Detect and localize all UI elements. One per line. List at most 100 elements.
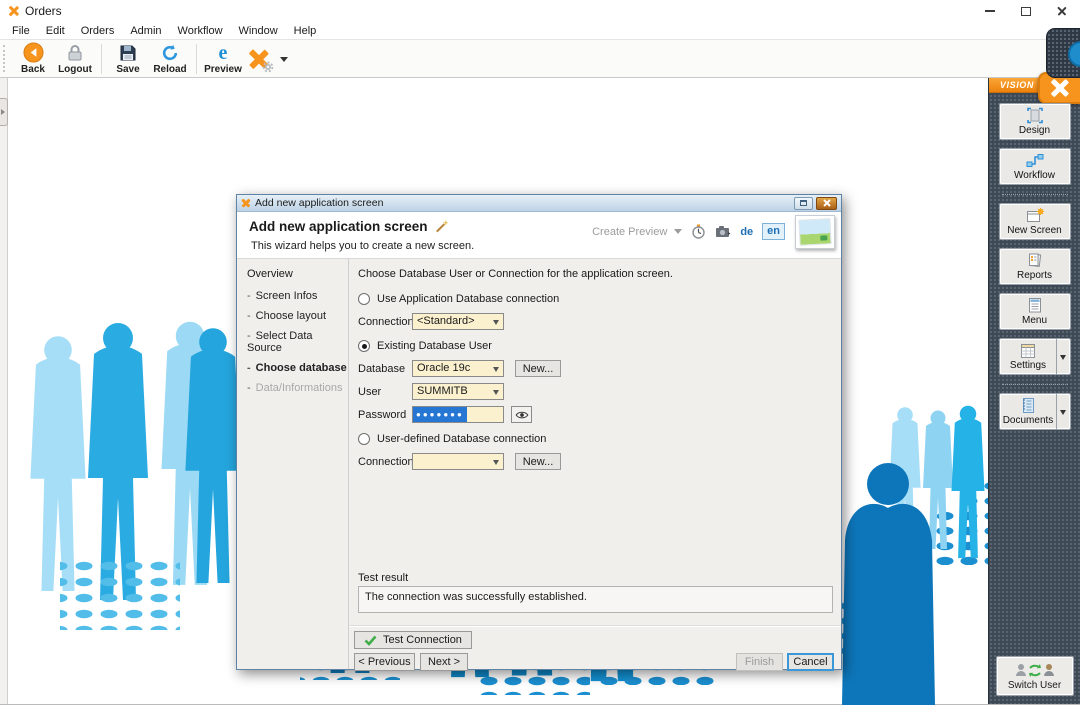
nav-step-choose-database[interactable]: Choose database — [247, 362, 348, 374]
database-combobox[interactable]: Oracle 19c — [412, 360, 504, 377]
main-workspace: VISION Design Workflow New Screen Report… — [0, 72, 1080, 705]
dialog-titlebar-title: Add new application screen — [255, 197, 384, 209]
settings-dropdown-arrow[interactable] — [1055, 339, 1070, 374]
design-icon — [1026, 107, 1043, 124]
back-icon — [22, 42, 44, 63]
window-title: Orders — [25, 4, 62, 18]
settings-table-icon — [1020, 343, 1035, 358]
toolbar-dropdown-caret[interactable] — [280, 57, 288, 66]
toolbar-separator — [101, 43, 102, 74]
design-button[interactable]: Design — [998, 103, 1071, 140]
connection-label: Connection — [358, 315, 414, 328]
svg-text:e: e — [219, 43, 228, 63]
settings-button[interactable]: Settings — [998, 338, 1071, 375]
dialog-close-button[interactable] — [816, 196, 837, 210]
dialog-title: Add new application screen — [249, 219, 428, 234]
menu-list-icon — [1028, 298, 1041, 313]
switch-user-icon — [1015, 663, 1054, 677]
connection-combobox[interactable]: <Standard> — [412, 313, 504, 330]
radio-app-database-connection[interactable] — [358, 293, 370, 305]
user-label: User — [358, 385, 382, 398]
toolbar-grip[interactable] — [3, 45, 6, 72]
back-button[interactable]: Back — [12, 41, 54, 76]
app-logo-x-icon — [8, 6, 19, 17]
dialog-subtitle: This wizard helps you to create a new sc… — [251, 240, 475, 252]
menu-file[interactable]: File — [4, 24, 38, 38]
dialog-header: Add new application screen This wizard h… — [237, 212, 841, 259]
previous-button[interactable]: < Previous — [354, 653, 415, 671]
nav-step-screen-infos[interactable]: Screen Infos — [247, 290, 348, 302]
workflow-button[interactable]: Workflow — [998, 148, 1071, 185]
window-minimize-button[interactable] — [972, 0, 1008, 22]
menu-help[interactable]: Help — [286, 24, 325, 38]
documents-button[interactable]: Documents — [998, 393, 1071, 430]
reports-button[interactable]: Reports — [998, 248, 1071, 285]
close-icon — [1057, 6, 1067, 16]
nav-header: Overview — [247, 268, 293, 280]
dialog-titlebar[interactable]: Add new application screen — [237, 195, 841, 212]
password-label: Password — [358, 408, 407, 421]
timer-icon[interactable] — [691, 224, 706, 239]
test-connection-button[interactable]: Test Connection — [354, 631, 472, 649]
floating-assistant-widget[interactable] — [1046, 28, 1080, 78]
preview-button[interactable]: e Preview — [202, 41, 244, 76]
visionx-menu-button[interactable] — [244, 44, 274, 74]
nav-step-choose-layout[interactable]: Choose layout — [247, 310, 348, 322]
create-preview-caret-icon — [674, 229, 683, 238]
switch-user-button[interactable]: Switch User — [995, 656, 1074, 696]
menu-orders[interactable]: Orders — [73, 24, 123, 38]
new-database-button[interactable]: New... — [515, 360, 561, 377]
window-close-button[interactable] — [1044, 0, 1080, 22]
logout-lock-icon — [68, 44, 82, 60]
save-floppy-icon — [120, 45, 136, 60]
wizard-step-content: Choose Database User or Connection for t… — [349, 259, 841, 671]
menu-edit[interactable]: Edit — [38, 24, 73, 38]
panel-expand-handle[interactable] — [0, 98, 8, 126]
radio-user-defined-connection[interactable] — [358, 433, 370, 445]
maximize-icon — [1021, 6, 1031, 16]
language-en-button[interactable]: en — [762, 223, 785, 240]
save-button[interactable]: Save — [107, 41, 149, 76]
left-panel-strip — [0, 78, 8, 704]
reload-button[interactable]: Reload — [149, 41, 191, 76]
new-screen-button[interactable]: New Screen — [998, 203, 1071, 240]
menu-admin[interactable]: Admin — [122, 24, 169, 38]
step-instruction: Choose Database User or Connection for t… — [358, 268, 673, 280]
password-field[interactable]: ●●●●●●● — [412, 406, 504, 423]
cancel-button[interactable]: Cancel — [787, 653, 834, 671]
nav-step-select-data-source[interactable]: Select Data Source — [247, 330, 348, 354]
documents-dropdown-arrow[interactable] — [1055, 394, 1070, 429]
menu-workflow[interactable]: Workflow — [170, 24, 231, 38]
password-masked-value: ●●●●●●● — [413, 407, 467, 422]
dialog-maximize-button[interactable] — [794, 196, 813, 210]
minimize-icon — [985, 10, 995, 12]
visionx-x-icon — [1051, 79, 1070, 98]
eye-icon — [515, 411, 528, 418]
reload-icon — [162, 44, 178, 60]
window-maximize-button[interactable] — [1008, 0, 1044, 22]
new-connection-button[interactable]: New... — [515, 453, 561, 470]
radio-user-defined-connection-label: User-defined Database connection — [377, 433, 547, 445]
new-screen-icon — [1026, 207, 1044, 222]
documents-notebook-icon — [1022, 398, 1034, 413]
toolbar: Back Logout Save Reload e Preview — [0, 40, 1080, 78]
create-preview-button[interactable]: Create Preview — [592, 225, 683, 238]
window-titlebar: Orders — [0, 0, 1080, 22]
camera-icon[interactable] — [715, 225, 731, 238]
user-defined-connection-combobox[interactable] — [412, 453, 504, 470]
menu-window[interactable]: Window — [231, 24, 286, 38]
reports-icon — [1028, 253, 1041, 267]
show-password-button[interactable] — [511, 406, 532, 423]
radio-existing-database-user-label: Existing Database User — [377, 340, 492, 352]
next-button[interactable]: Next > — [420, 653, 468, 671]
user-combobox[interactable]: SUMMITB — [412, 383, 504, 400]
magic-wand-icon — [435, 219, 449, 233]
nav-step-data-informations: Data/Informations — [247, 382, 348, 394]
edge-preview-icon: e — [219, 43, 228, 63]
menu-button[interactable]: Menu — [998, 293, 1071, 330]
toolbar-separator — [196, 43, 197, 74]
radio-existing-database-user[interactable] — [358, 340, 370, 352]
logout-button[interactable]: Logout — [54, 41, 96, 76]
language-de-button[interactable]: de — [740, 226, 753, 238]
check-icon — [364, 635, 377, 646]
